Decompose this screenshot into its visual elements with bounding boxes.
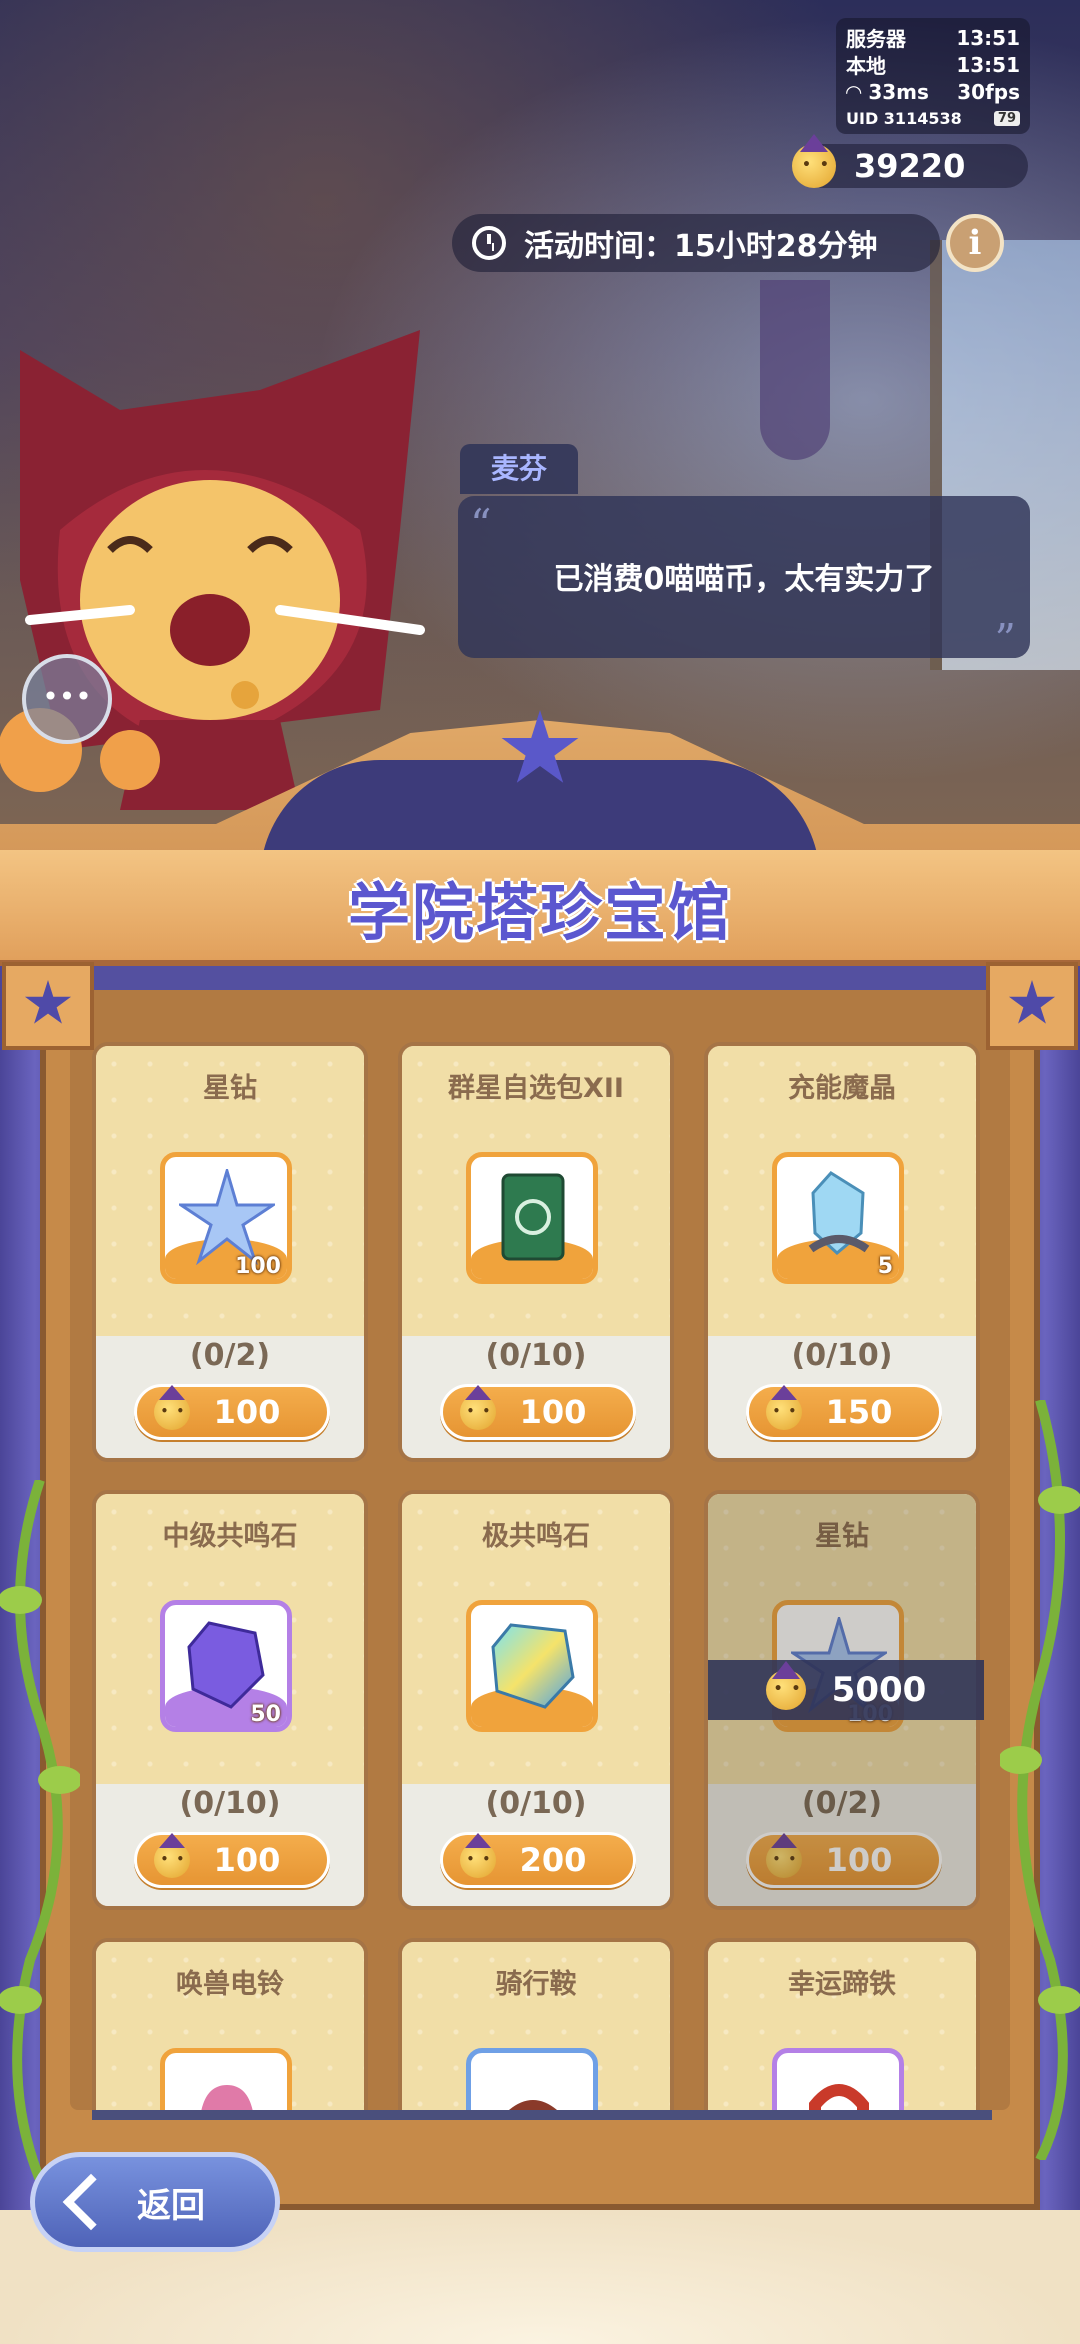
- uid-text: UID 3114538: [846, 109, 962, 128]
- item-name: 中级共鸣石: [162, 1521, 298, 1552]
- right-pillar-cap: [986, 962, 1078, 1050]
- highlight-price-tag: 5000: [708, 1660, 984, 1720]
- item-name: 星钻: [815, 1521, 869, 1552]
- cat-coin-icon: [153, 1385, 190, 1430]
- cat-coin-icon: [459, 1385, 496, 1430]
- purchase-limit: (0/10): [485, 1786, 587, 1821]
- fps-value: 30fps: [957, 79, 1020, 104]
- price-text: 100: [519, 1393, 587, 1431]
- purchase-limit: (0/10): [791, 1338, 893, 1373]
- item-quantity: 50: [250, 1702, 281, 1727]
- purchase-limit: (0/10): [179, 1786, 281, 1821]
- horseshoe-icon: [809, 2084, 869, 2110]
- purple-gem-icon: [187, 1621, 265, 1709]
- rainbow-gem-icon: [491, 1623, 575, 1709]
- ping-value: ◠ 33ms: [846, 79, 929, 104]
- cat-coin-icon: [765, 1661, 806, 1710]
- chat-button[interactable]: •••: [22, 654, 112, 744]
- magic-crystal-icon: [808, 1171, 870, 1255]
- local-time: 13:51: [956, 52, 1020, 77]
- cat-coin-icon: [792, 134, 836, 188]
- cat-coin-icon: [153, 1833, 190, 1878]
- shop-item-card[interactable]: 唤兽电铃: [92, 1938, 368, 2110]
- info-button[interactable]: i: [946, 214, 1004, 272]
- local-label: 本地: [846, 54, 886, 78]
- cat-coin-icon: [765, 1385, 802, 1430]
- quote-close-icon: ”: [994, 615, 1016, 664]
- item-icon-frame: [772, 2048, 904, 2110]
- saddle-icon: [508, 2100, 558, 2110]
- star-icon: [1008, 980, 1056, 1024]
- buy-button[interactable]: 100: [134, 1384, 330, 1440]
- price-text: 100: [825, 1841, 893, 1879]
- star-icon: [24, 980, 72, 1024]
- item-icon-frame: [160, 2048, 292, 2110]
- shop-item-card[interactable]: 中级共鸣石 50 (0/10) 100: [92, 1490, 368, 1910]
- star-diamond-icon: [179, 1169, 275, 1265]
- battery-badge: 79: [993, 111, 1020, 126]
- server-time: 13:51: [956, 25, 1020, 50]
- left-pillar-cap: [2, 962, 94, 1050]
- item-icon-frame: 100: [160, 1152, 292, 1284]
- item-name: 群星自选包XII: [448, 1073, 624, 1104]
- buy-button[interactable]: 100: [746, 1832, 942, 1888]
- shop-item-card[interactable]: 骑行鞍: [398, 1938, 674, 2110]
- network-status-panel: 服务器 13:51 本地 13:51 ◠ 33ms 30fps UID 3114538…: [836, 18, 1030, 134]
- shop-title: 学院塔珍宝馆: [347, 876, 732, 949]
- right-vine-decoration: [1000, 1400, 1080, 2160]
- shop-item-card[interactable]: 幸运蹄铁: [704, 1938, 980, 2110]
- back-arrow-icon: [62, 2173, 120, 2231]
- bell-icon: [201, 2085, 253, 2110]
- quote-open-icon: “: [470, 500, 492, 549]
- back-button-label: 返回: [137, 2185, 205, 2226]
- price-text: 150: [825, 1393, 893, 1431]
- item-icon-frame: 5: [772, 1152, 904, 1284]
- item-icon-frame: [466, 2048, 598, 2110]
- item-name: 骑行鞍: [495, 1969, 577, 2000]
- item-name: 星钻: [203, 1073, 257, 1104]
- card-pack-icon: [501, 1173, 565, 1261]
- grid-bottom-edge: [92, 2110, 992, 2120]
- currency-amount: 39220: [854, 147, 966, 185]
- item-icon-frame: [466, 1600, 598, 1732]
- shop-item-card[interactable]: 充能魔晶 5 (0/10) 150: [704, 1042, 980, 1462]
- price-text: 100: [213, 1841, 281, 1879]
- purchase-limit: (0/10): [485, 1338, 587, 1373]
- item-icon-frame: [466, 1152, 598, 1284]
- item-name: 充能魔晶: [788, 1073, 896, 1104]
- shop-item-card[interactable]: 群星自选包XII (0/10) 100: [398, 1042, 674, 1462]
- buy-button[interactable]: 100: [134, 1832, 330, 1888]
- background-banner: [760, 280, 830, 460]
- item-icon-frame: 50: [160, 1600, 292, 1732]
- buy-button[interactable]: 150: [746, 1384, 942, 1440]
- highlight-price-text: 5000: [831, 1670, 927, 1710]
- event-timer: 活动时间：15小时28分钟: [452, 214, 940, 272]
- clock-icon: [472, 226, 506, 260]
- back-button[interactable]: 返回: [30, 2152, 280, 2252]
- shop-item-card[interactable]: 星钻 100 (0/2) 100: [92, 1042, 368, 1462]
- shop-item-grid: 星钻 100 (0/2) 100 群星自选包XII (0/10) 100 充能魔…: [92, 1042, 992, 2110]
- price-text: 200: [519, 1841, 587, 1879]
- currency-balance: 39220: [792, 134, 1028, 188]
- item-name: 幸运蹄铁: [788, 1969, 896, 2000]
- cat-coin-icon: [765, 1833, 802, 1878]
- item-name: 唤兽电铃: [176, 1969, 284, 2000]
- price-text: 100: [213, 1393, 281, 1431]
- purchase-limit: (0/2): [189, 1338, 271, 1373]
- left-vine-decoration: [0, 1480, 80, 2180]
- npc-message: 已消费0喵喵币，太有实力了: [553, 562, 935, 597]
- purchase-limit: (0/2): [801, 1786, 883, 1821]
- item-name: 极共鸣石: [482, 1521, 590, 1552]
- npc-name: 麦芬: [460, 444, 578, 494]
- cat-coin-icon: [459, 1833, 496, 1878]
- event-timer-text: 活动时间：15小时28分钟: [524, 229, 878, 264]
- buy-button[interactable]: 100: [440, 1384, 636, 1440]
- npc-speech-bubble: “ 已消费0喵喵币，太有实力了 ”: [458, 496, 1030, 664]
- buy-button[interactable]: 200: [440, 1832, 636, 1888]
- server-label: 服务器: [846, 27, 906, 51]
- shop-item-card[interactable]: 极共鸣石 (0/10) 200: [398, 1490, 674, 1910]
- item-quantity: 5: [877, 1254, 893, 1279]
- item-quantity: 100: [235, 1254, 281, 1279]
